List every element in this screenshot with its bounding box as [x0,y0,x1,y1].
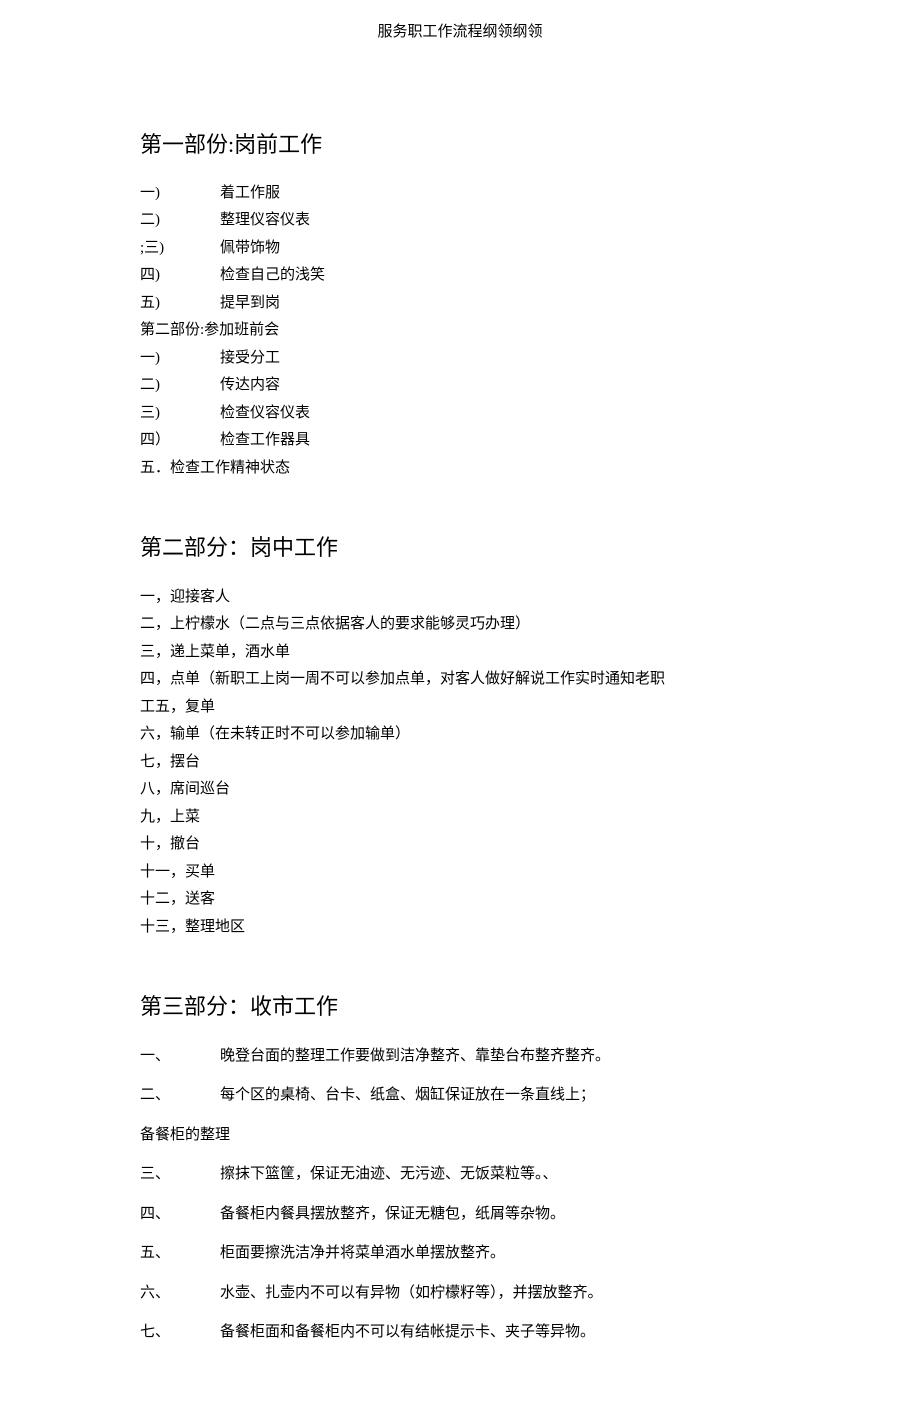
s1-last: 五．检查工作精神状态 [140,456,780,482]
s3-num: 三、 [140,1162,220,1188]
s1-item: 一) 着工作服 [140,181,780,207]
section-1-title: 第一部份:岗前工作 [140,126,780,163]
s2-item: 工五，复单 [140,695,780,721]
s3-text: 柜面要擦洗洁净并将菜单酒水单摆放整齐。 [220,1241,505,1267]
s3-text: 每个区的桌椅、台卡、纸盒、烟缸保证放在一条直线上； [220,1083,595,1109]
s3-item: 四、 备餐柜内餐具摆放整齐，保证无糖包，纸屑等杂物。 [140,1202,780,1228]
s3-text: 备餐柜面和备餐柜内不可以有结帐提示卡、夹子等异物。 [220,1320,595,1346]
s1b-item: 二) 传达内容 [140,373,780,399]
section-2-title: 第二部分：岗中工作 [140,529,780,566]
s3-text: 备餐柜内餐具摆放整齐，保证无糖包，纸屑等杂物。 [220,1202,565,1228]
s3-item: 六、 水壶、扎壶内不可以有异物（如柠檬籽等），并摆放整齐。 [140,1281,780,1307]
s3-num: 四、 [140,1202,220,1228]
s1-num: 五) [140,291,220,317]
s3-text: 晚登台面的整理工作要做到洁净整齐、靠垫台布整齐整齐。 [220,1044,610,1070]
s1b-item: 四） 检查工作器具 [140,428,780,454]
s1b-num: 二) [140,373,220,399]
s1-item: 二) 整理仪容仪表 [140,208,780,234]
s2-item: 十一，买单 [140,860,780,886]
s1-text: 整理仪容仪表 [220,208,310,234]
s1-num: ;三) [140,236,220,262]
s1-item: 四) 检查自己的浅笑 [140,263,780,289]
s3-num: 二、 [140,1083,220,1109]
s3-item: 一、 晚登台面的整理工作要做到洁净整齐、靠垫台布整齐整齐。 [140,1044,780,1070]
s1-num: 四) [140,263,220,289]
s1-subheader: 第二部份:参加班前会 [140,318,780,344]
s2-item: 一，迎接客人 [140,585,780,611]
section-3-title: 第三部分：收市工作 [140,988,780,1025]
s3-text: 擦抹下篮筐，保证无油迹、无污迹、无饭菜粒等。、 [220,1162,558,1188]
s1b-text: 传达内容 [220,373,280,399]
s1b-num: 三) [140,401,220,427]
s3-num: 一、 [140,1044,220,1070]
s1b-item: 三) 检查仪容仪表 [140,401,780,427]
s2-item: 三，递上菜单，酒水单 [140,640,780,666]
s1-item: 五) 提早到岗 [140,291,780,317]
s1b-text: 检查仪容仪表 [220,401,310,427]
s2-item: 十三，整理地区 [140,915,780,941]
s2-item: 二，上柠檬水（二点与三点依据客人的要求能够灵巧办理） [140,612,780,638]
page-header: 服务职工作流程纲领纲领 [140,20,780,46]
s1-text: 检查自己的浅笑 [220,263,325,289]
s3-num: 六、 [140,1281,220,1307]
s3-num: 五、 [140,1241,220,1267]
s1-text: 佩带饰物 [220,236,280,262]
s1b-num: 一) [140,346,220,372]
s2-item: 六，输单（在未转正时不可以参加输单） [140,722,780,748]
s3-item: 七、 备餐柜面和备餐柜内不可以有结帐提示卡、夹子等异物。 [140,1320,780,1346]
s2-item: 十，撤台 [140,832,780,858]
s3-subtitle: 备餐柜的整理 [140,1123,780,1149]
s1-item: ;三) 佩带饰物 [140,236,780,262]
s2-item: 七，摆台 [140,750,780,776]
s1-num: 一) [140,181,220,207]
s1-text: 着工作服 [220,181,280,207]
s1-text: 提早到岗 [220,291,280,317]
s3-item: 五、 柜面要擦洗洁净并将菜单酒水单摆放整齐。 [140,1241,780,1267]
s2-item: 十二，送客 [140,887,780,913]
s1b-item: 一) 接受分工 [140,346,780,372]
s1b-text: 接受分工 [220,346,280,372]
s2-item: 九，上菜 [140,805,780,831]
s3-item: 三、 擦抹下篮筐，保证无油迹、无污迹、无饭菜粒等。、 [140,1162,780,1188]
s1b-num: 四） [140,428,220,454]
s3-text: 水壶、扎壶内不可以有异物（如柠檬籽等），并摆放整齐。 [220,1281,603,1307]
s2-item: 四，点单（新职工上岗一周不可以参加点单，对客人做好解说工作实时通知老职 [140,667,780,693]
document-page: 服务职工作流程纲领纲领 第一部份:岗前工作 一) 着工作服 二) 整理仪容仪表 … [0,0,920,1420]
s3-item: 二、 每个区的桌椅、台卡、纸盒、烟缸保证放在一条直线上； [140,1083,780,1109]
s1b-text: 检查工作器具 [220,428,310,454]
s2-item: 八，席间巡台 [140,777,780,803]
s1-num: 二) [140,208,220,234]
s3-num: 七、 [140,1320,220,1346]
